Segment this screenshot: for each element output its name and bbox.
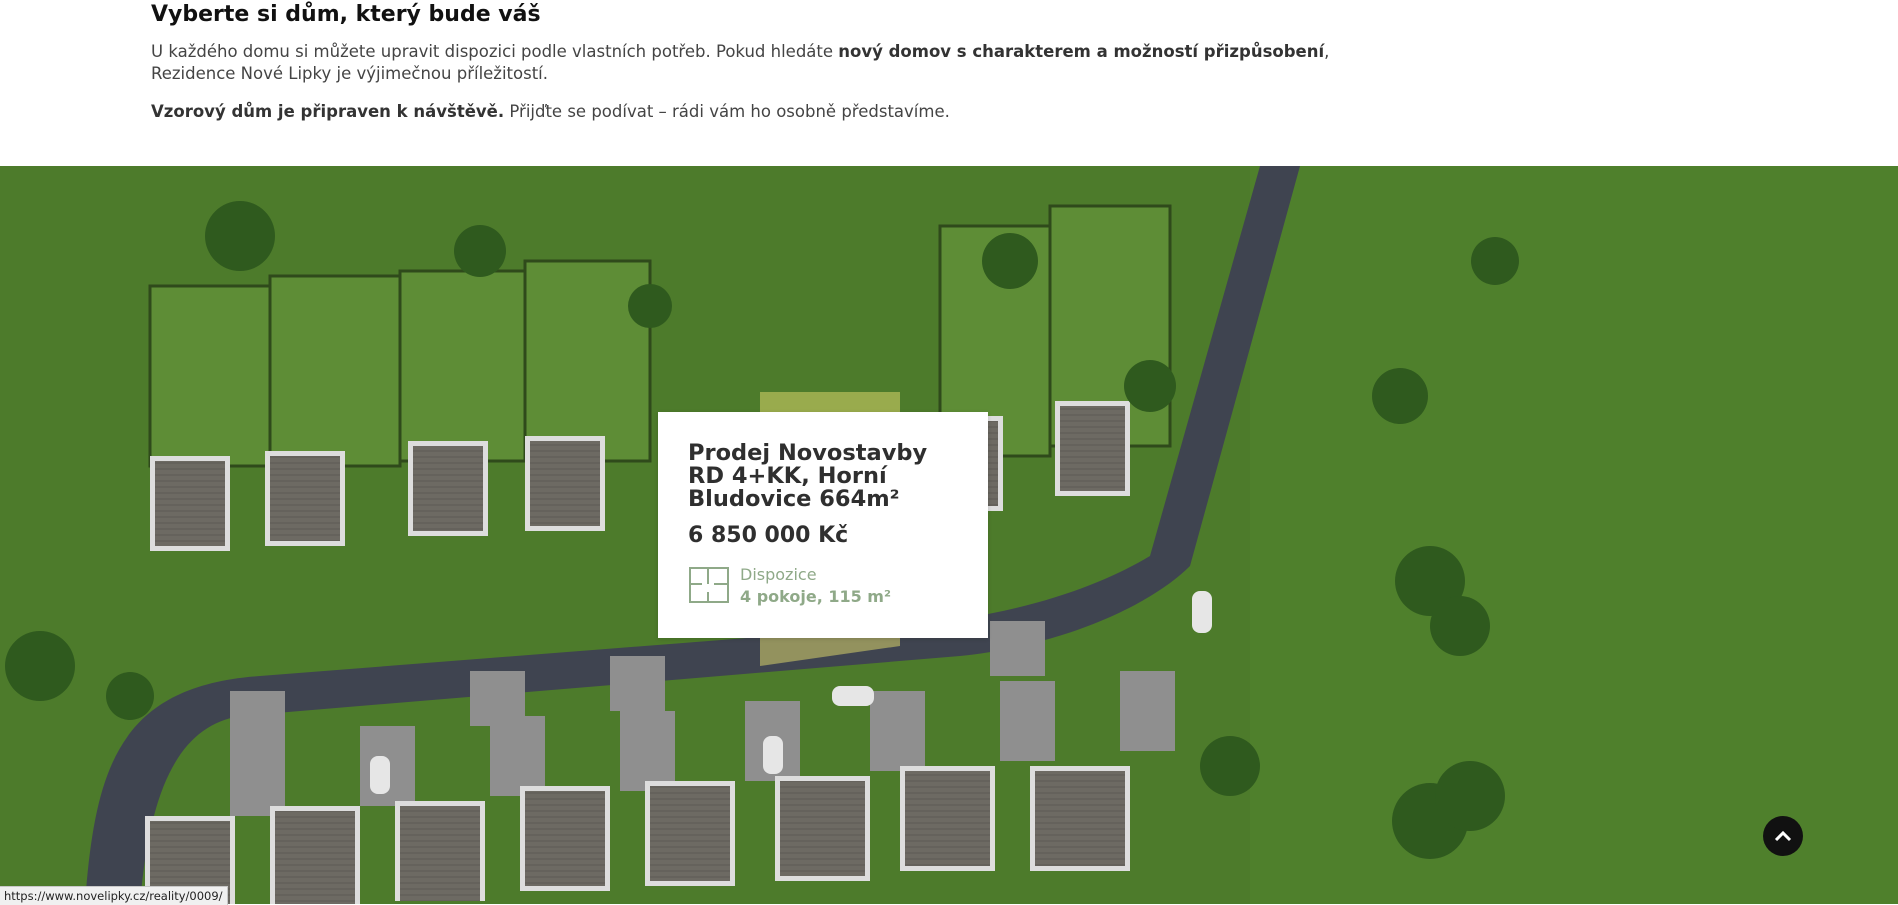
intro-bold-text: nový domov s charakterem a možností přiz… bbox=[838, 42, 1325, 61]
status-bar-url: https://www.novelipky.cz/reality/0009/ bbox=[0, 886, 228, 905]
visit-bold-text: Vzorový dům je připraven k návštěvě. bbox=[151, 102, 505, 121]
property-title[interactable]: Prodej Novostavby RD 4+KK, Horní Bludovi… bbox=[688, 442, 958, 511]
floorplan-icon bbox=[688, 564, 730, 606]
intro-text: U každého domu si můžete upravit dispozi… bbox=[151, 42, 839, 61]
visit-paragraph: Vzorový dům je připraven k návštěvě. Při… bbox=[151, 101, 1341, 123]
intro-section: Vyberte si dům, který bude váš U každého… bbox=[151, 0, 1341, 123]
visit-text: Přijďte se podívat – rádi vám ho osobně … bbox=[504, 102, 950, 121]
scroll-to-top-button[interactable] bbox=[1763, 816, 1803, 856]
property-disposition: Dispozice 4 pokoje, 115 m² bbox=[688, 564, 958, 608]
property-card[interactable]: Prodej Novostavby RD 4+KK, Horní Bludovi… bbox=[658, 412, 988, 638]
chevron-up-icon bbox=[1774, 827, 1792, 846]
disposition-label: Dispozice bbox=[740, 565, 817, 584]
intro-paragraph: U každého domu si můžete upravit dispozi… bbox=[151, 41, 1341, 85]
disposition-text: Dispozice 4 pokoje, 115 m² bbox=[740, 564, 891, 608]
section-heading: Vyberte si dům, který bude váš bbox=[151, 2, 541, 27]
site-map[interactable]: Prodej Novostavby RD 4+KK, Horní Bludovi… bbox=[0, 166, 1898, 904]
property-price: 6 850 000 Kč bbox=[688, 523, 849, 548]
disposition-value: 4 pokoje, 115 m² bbox=[740, 587, 891, 606]
